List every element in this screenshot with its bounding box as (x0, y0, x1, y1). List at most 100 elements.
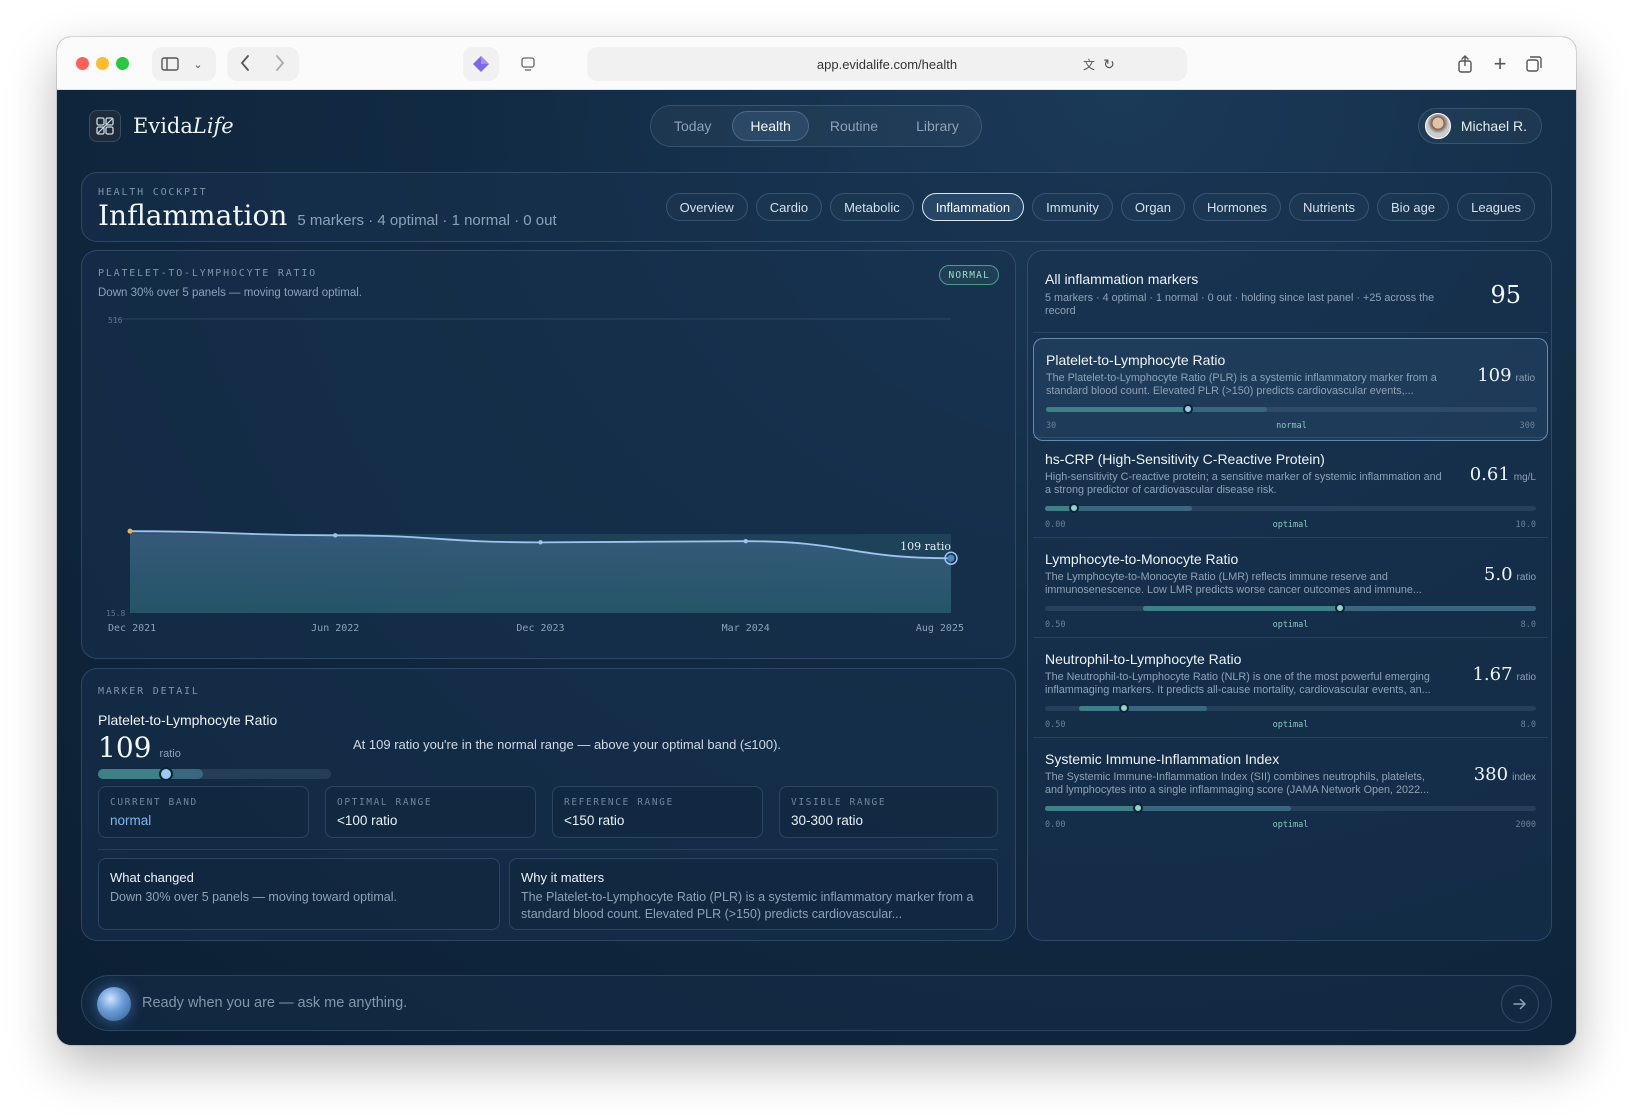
marker-value-group: 109 ratio (1477, 365, 1535, 386)
marker-item[interactable]: Systemic Immune-Inflammation Index The Sy… (1033, 738, 1548, 841)
minimize-window-button[interactable] (96, 57, 109, 70)
marker-range-max: 300 (1519, 421, 1535, 431)
tab-overview[interactable]: Overview (665, 193, 748, 221)
marker-item[interactable]: Platelet-to-Lymphocyte Ratio The Platelet… (1033, 338, 1548, 441)
marker-range-knob (1069, 503, 1080, 513)
share-icon[interactable] (1455, 53, 1475, 75)
send-button[interactable] (1501, 985, 1539, 1023)
close-window-button[interactable] (76, 57, 89, 70)
x-tick-label: Dec 2023 (516, 623, 564, 634)
marker-status: normal (1276, 421, 1307, 431)
logo-mark-icon (89, 110, 121, 142)
browser-window: ⌄ app.evidalife.com/health 文 ↻ + EvidaLi… (57, 37, 1576, 1045)
browser-toolbar: ⌄ app.evidalife.com/health 文 ↻ + (57, 37, 1576, 90)
why-it-matters-card: Why it matters The Platelet-to-Lymphocyt… (509, 858, 998, 930)
marker-range-bar (1046, 404, 1537, 414)
detail-value-row: 109 ratio (98, 731, 181, 764)
marker-divider (1033, 537, 1548, 538)
tab-inflammation[interactable]: Inflammation (921, 193, 1025, 221)
detail-statement: At 109 ratio you're in the normal range … (353, 737, 782, 752)
tab-immunity[interactable]: Immunity (1032, 193, 1113, 221)
assistant-orb-icon[interactable] (97, 987, 131, 1021)
marker-unit: index (1512, 772, 1536, 783)
tab-hormones[interactable]: Hormones (1193, 193, 1281, 221)
reference-range-box: REFERENCE RANGE <150 ratio (552, 786, 763, 838)
marker-unit: mg/L (1513, 472, 1536, 483)
tab-nutrients[interactable]: Nutrients (1288, 193, 1370, 221)
user-menu[interactable]: Michael R. (1417, 108, 1542, 144)
trend-chart: Dec 2021 Jun 2022 Dec 2023 Mar 2024 Aug 2025… (106, 316, 964, 634)
extension-icon[interactable] (471, 55, 491, 73)
detail-divider (98, 849, 998, 850)
nav-tab-routine[interactable]: Routine (813, 111, 895, 141)
marker-unit: ratio (1515, 373, 1535, 384)
chevron-down-icon[interactable]: ⌄ (191, 55, 205, 73)
marker-description: The Neutrophil-to-Lymphocyte Ratio (NLR)… (1045, 671, 1431, 696)
page-title: Inflammation (98, 199, 288, 232)
tab-organ[interactable]: Organ (1120, 193, 1186, 221)
marker-description: The Platelet-to-Lymphocyte Ratio (PLR) i… (1046, 372, 1437, 397)
new-tab-icon[interactable]: + (1490, 51, 1510, 76)
translate-icon[interactable]: 文 (1079, 55, 1099, 73)
marker-value-group: 0.61 mg/L (1470, 464, 1536, 485)
sidebar-icon[interactable] (161, 55, 179, 73)
marker-range-max: 8.0 (1520, 620, 1536, 630)
reload-icon[interactable]: ↻ (1101, 55, 1117, 73)
marker-range-max: 2000 (1515, 820, 1536, 830)
data-point (127, 528, 133, 534)
tab-bio-age[interactable]: Bio age (1377, 193, 1450, 221)
detail-marker-name: Platelet-to-Lymphocyte Ratio (98, 712, 278, 728)
marker-range-knob (1334, 603, 1345, 613)
tab-cardio[interactable]: Cardio (755, 193, 823, 221)
reference-range-label: REFERENCE RANGE (564, 797, 674, 808)
back-icon[interactable] (235, 53, 255, 73)
marker-status: optimal (1272, 720, 1309, 730)
marker-range-max: 8.0 (1520, 720, 1536, 730)
marker-range-fill (1143, 606, 1340, 611)
marker-range-max: 10.0 (1515, 520, 1536, 530)
marker-status: optimal (1272, 820, 1309, 830)
tab-overview-icon[interactable] (1524, 53, 1544, 75)
nav-tab-health[interactable]: Health (732, 111, 809, 141)
visible-range-box: VISIBLE RANGE 30-300 ratio (779, 786, 998, 838)
brand-logo[interactable]: EvidaLife (89, 110, 234, 142)
marker-value: 109 (1477, 365, 1512, 386)
marker-range-bar (1045, 703, 1536, 713)
tab-leagues[interactable]: Leagues (1457, 193, 1535, 221)
data-point (333, 533, 338, 538)
reader-icon[interactable] (520, 55, 536, 73)
current-band-value: normal (110, 813, 152, 828)
tab-metabolic[interactable]: Metabolic (830, 193, 914, 221)
markers-summary: 5 markers · 4 optimal · 1 normal · 0 out… (1045, 292, 1435, 317)
user-name: Michael R. (1460, 118, 1527, 134)
marker-status: optimal (1272, 620, 1309, 630)
detail-value: 109 (98, 731, 152, 764)
marker-item[interactable]: hs-CRP (High-Sensitivity C-Reactive Prot… (1033, 438, 1548, 541)
detail-range-knob (158, 767, 173, 781)
nav-tab-library[interactable]: Library (899, 111, 976, 141)
health-cockpit-header: HEALTH COCKPIT Inflammation 5 markers · … (81, 172, 1552, 242)
marker-range-knob (1183, 404, 1194, 414)
marker-name: Lymphocyte-to-Monocyte Ratio (1045, 551, 1239, 567)
marker-range-bar (1045, 503, 1536, 513)
assistant-chat-bar[interactable]: Ready when you are — ask me anything. (81, 975, 1552, 1031)
zoom-window-button[interactable] (116, 57, 129, 70)
what-changed-text: Down 30% over 5 panels — moving toward o… (110, 890, 397, 904)
marker-range-fill (1046, 407, 1189, 412)
brand-name-italic: Life (192, 114, 234, 138)
marker-range-bar (1045, 803, 1536, 813)
forward-icon[interactable] (270, 53, 290, 73)
avatar (1424, 113, 1451, 139)
url-text: app.evidalife.com/health (816, 56, 958, 72)
marker-divider (1033, 437, 1548, 438)
marker-item[interactable]: Neutrophil-to-Lymphocyte Ratio The Neutro… (1033, 638, 1548, 741)
chat-input[interactable]: Ready when you are — ask me anything. (142, 995, 407, 1011)
marker-range-fill (1045, 806, 1139, 811)
marker-item[interactable]: Lymphocyte-to-Monocyte Ratio The Lymphocy… (1033, 538, 1548, 641)
detail-range-fill (98, 769, 166, 779)
cockpit-eyebrow: HEALTH COCKPIT (98, 187, 208, 198)
what-changed-title: What changed (110, 870, 194, 885)
nav-tab-today[interactable]: Today (657, 111, 728, 141)
marker-value-group: 5.0 ratio (1484, 564, 1536, 585)
marker-range-fill (1079, 706, 1124, 711)
